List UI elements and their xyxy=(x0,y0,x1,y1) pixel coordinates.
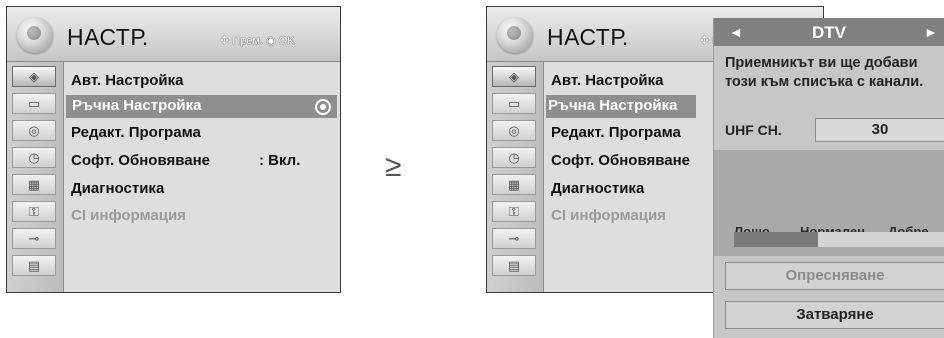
globe-icon xyxy=(17,17,53,53)
menu-item-auto-tuning[interactable]: Авт. Настройка xyxy=(71,72,183,89)
calendar-icon[interactable]: ▦ xyxy=(492,174,536,195)
menu-item-label: Ръчна Настройка xyxy=(548,97,678,114)
disc-icon[interactable]: ◎ xyxy=(12,120,56,141)
dtv-title-bar: ◄ DTV ► xyxy=(714,18,944,46)
uhf-channel-label: UHF CH. xyxy=(725,122,782,138)
tv-icon[interactable]: ▭ xyxy=(492,93,536,114)
refresh-button[interactable]: Опресняване xyxy=(725,262,944,290)
four-way-arrow-icon: ✥ xyxy=(220,35,230,47)
clapper-icon[interactable]: ▤ xyxy=(12,255,56,276)
menu-item-auto-tuning[interactable]: Авт. Настройка xyxy=(551,72,663,89)
menu-title: НАСТР. xyxy=(67,24,149,50)
uhf-channel-field[interactable]: 30 xyxy=(815,118,944,142)
menu-item-manual-tuning[interactable]: Ръчна Настройка xyxy=(546,95,696,118)
menu-item-edit-program[interactable]: Редакт. Програма xyxy=(71,124,201,141)
dtv-manual-tuning-popup: ◄ DTV ► Приемникът ви ще добави този към… xyxy=(713,18,944,338)
category-icon-column: ◈ ▭ ◎ ◷ ▦ ⚿ ⊸ ▤ xyxy=(487,62,544,292)
tv-icon[interactable]: ▭ xyxy=(12,93,56,114)
clapper-icon[interactable]: ▤ xyxy=(492,255,536,276)
disc-icon[interactable]: ◎ xyxy=(492,120,536,141)
menu-item-diagnostics[interactable]: Диагностика xyxy=(71,180,164,197)
menu-item-manual-tuning[interactable]: Ръчна Настройка xyxy=(66,95,337,118)
signal-strength-bar xyxy=(734,232,944,247)
antenna-icon[interactable]: ◈ xyxy=(492,66,536,87)
menu-item-software-update[interactable]: Софт. Обновяване xyxy=(71,152,210,169)
four-way-arrow-icon: ✥ xyxy=(700,35,710,47)
calendar-icon[interactable]: ▦ xyxy=(12,174,56,195)
plug-icon[interactable]: ⊸ xyxy=(492,228,536,249)
menu-item-label: Ръчна Настройка xyxy=(72,97,202,114)
padlock-icon[interactable]: ⚿ xyxy=(12,201,56,222)
dtv-title: DTV xyxy=(812,23,846,42)
popup-message: Приемникът ви ще добави този към списъка… xyxy=(725,55,924,90)
transition-arrow: ≥ xyxy=(385,150,402,183)
setup-menu-left: НАСТР. ✥ Прем. ◉ OK ◈ ▭ ◎ ◷ ▦ ⚿ ⊸ ▤ Авт.… xyxy=(6,6,341,293)
globe-icon xyxy=(497,17,533,53)
close-button[interactable]: Затваряне xyxy=(725,301,944,329)
menu-item-ci-info: CI информация xyxy=(71,207,186,224)
antenna-icon[interactable]: ◈ xyxy=(12,66,56,87)
signal-strength-fill xyxy=(734,232,819,247)
menu-item-software-update[interactable]: Софт. Обновяване xyxy=(551,152,690,169)
padlock-icon[interactable]: ⚿ xyxy=(492,201,536,222)
clock-icon[interactable]: ◷ xyxy=(12,147,56,168)
clock-icon[interactable]: ◷ xyxy=(492,147,536,168)
category-icon-column: ◈ ▭ ◎ ◷ ▦ ⚿ ⊸ ▤ xyxy=(7,62,64,292)
menu-header: НАСТР. ✥ Прем. ◉ OK xyxy=(7,7,340,62)
menu-item-diagnostics[interactable]: Диагностика xyxy=(551,180,644,197)
menu-item-edit-program[interactable]: Редакт. Програма xyxy=(551,124,681,141)
software-update-value: : Вкл. xyxy=(259,152,301,169)
menu-title: НАСТР. xyxy=(547,24,629,50)
menu-item-ci-info: CI информация xyxy=(551,207,666,224)
next-arrow-icon[interactable]: ► xyxy=(924,24,938,40)
ok-indicator-icon xyxy=(315,99,331,115)
plug-icon[interactable]: ⊸ xyxy=(12,228,56,249)
navigation-hint: ✥ Прем. ◉ OK xyxy=(220,35,295,47)
